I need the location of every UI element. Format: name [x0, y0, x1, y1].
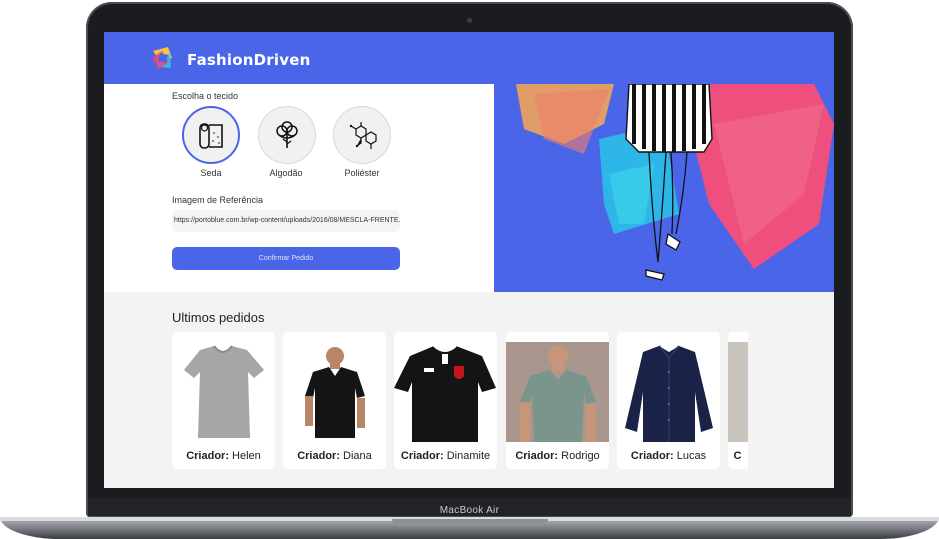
fabric-option-poliester[interactable] [333, 106, 391, 164]
order-card[interactable]: C [728, 332, 748, 469]
fabric-option-algodao[interactable] [258, 106, 316, 164]
order-image-black-jersey [394, 342, 497, 442]
order-creator: C [733, 450, 742, 462]
hero-illustration [494, 84, 834, 292]
fashion-illustration [516, 84, 834, 281]
orders-carousel[interactable]: Criador: Helen Criador: Diana Criador: D… [172, 332, 748, 469]
fabric-label: Escolha o tecido [172, 91, 239, 101]
fabric-name-algodao: Algodão [269, 168, 303, 178]
orders-title: Ultimos pedidos [172, 310, 265, 325]
camera-dot [467, 18, 472, 23]
order-card[interactable]: Criador: Lucas [617, 332, 720, 469]
confirm-order-button[interactable]: Confirmar Pedido [172, 247, 400, 270]
reference-url-input[interactable]: https://portoblue.com.br/wp-content/uplo… [172, 210, 400, 232]
screen: FashionDriven Escolha o tecido Seda Algo… [104, 32, 834, 488]
logo-icon [152, 47, 172, 69]
silk-roll-icon [199, 123, 223, 149]
device-label: MacBook Air [439, 505, 500, 516]
order-form: Escolha o tecido Seda Algodão Poliéster … [104, 84, 494, 292]
order-image-black-tshirt [305, 347, 365, 438]
fabric-name-poliester: Poliéster [344, 168, 380, 178]
fabric-name-seda: Seda [200, 168, 222, 178]
order-creator: Criador: Helen [186, 450, 261, 462]
brand-name[interactable]: FashionDriven [187, 51, 310, 69]
reference-label: Imagem de Referência [172, 195, 264, 205]
order-creator: Criador: Lucas [630, 450, 707, 462]
order-image-navy-shirt [625, 345, 713, 442]
order-card[interactable]: Criador: Helen [172, 332, 275, 469]
cotton-plant-icon [276, 121, 298, 148]
order-card[interactable]: Criador: Diana [283, 332, 386, 469]
app-header: FashionDriven [104, 32, 834, 84]
order-creator: Criador: Dinamite [400, 450, 491, 462]
laptop-notch [392, 519, 548, 526]
order-image-grey-tshirt-model [506, 342, 609, 442]
order-card[interactable]: Criador: Dinamite [394, 332, 497, 469]
order-creator: Criador: Rodrigo [515, 450, 600, 462]
fabric-option-seda[interactable] [182, 106, 240, 164]
molecule-icon [349, 122, 377, 149]
order-image-partial [728, 342, 748, 442]
order-image-grey-tshirt [184, 345, 264, 438]
order-card[interactable]: Criador: Rodrigo [506, 332, 609, 469]
order-creator: Criador: Diana [297, 450, 372, 462]
